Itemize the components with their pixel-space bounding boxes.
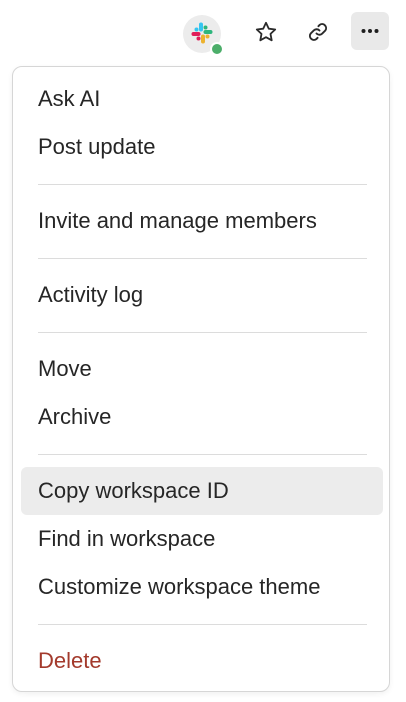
- favorite-button[interactable]: [247, 13, 285, 51]
- menu-divider: [38, 258, 367, 259]
- menu-item-customize-theme[interactable]: Customize workspace theme: [21, 563, 383, 611]
- menu-item-delete[interactable]: Delete: [21, 637, 383, 685]
- menu-item-archive[interactable]: Archive: [21, 393, 383, 441]
- link-icon: [309, 23, 327, 41]
- menu-item-activity-log[interactable]: Activity log: [21, 271, 383, 319]
- menu-item-find-in-workspace[interactable]: Find in workspace: [21, 515, 383, 563]
- menu-item-move[interactable]: Move: [21, 345, 383, 393]
- menu-item-copy-workspace-id[interactable]: Copy workspace ID: [21, 467, 383, 515]
- toolbar: [0, 0, 406, 66]
- menu-divider: [38, 624, 367, 625]
- menu-divider: [38, 332, 367, 333]
- menu-divider: [38, 184, 367, 185]
- copy-link-button[interactable]: [299, 13, 337, 51]
- menu-item-post-update[interactable]: Post update: [21, 123, 383, 171]
- menu-divider: [38, 454, 367, 455]
- more-options-button[interactable]: [351, 12, 389, 50]
- menu-item-ask-ai[interactable]: Ask AI: [21, 75, 383, 123]
- slack-icon: [191, 22, 213, 44]
- star-icon: [255, 21, 277, 42]
- menu-item-invite-members[interactable]: Invite and manage members: [21, 197, 383, 245]
- workspace-options-menu: Ask AI Post update Invite and manage mem…: [12, 66, 390, 692]
- slack-integration-button[interactable]: [183, 15, 224, 56]
- status-indicator: [210, 42, 224, 56]
- more-horizontal-icon: [361, 29, 379, 33]
